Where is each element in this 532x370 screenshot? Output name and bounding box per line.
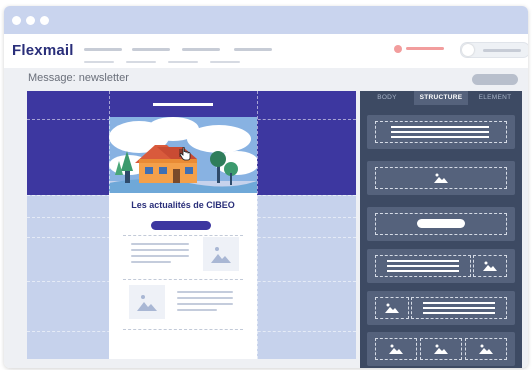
app-logo: Flexmail: [12, 42, 74, 59]
text-line: [177, 291, 233, 293]
notification-dot: [394, 45, 402, 53]
column-guide: [257, 91, 258, 359]
structure-block-image-text[interactable]: [367, 291, 515, 325]
email-header-bar: [153, 103, 213, 106]
email-preview[interactable]: Les actualités de CIBEO: [109, 91, 257, 359]
sub-nav-item[interactable]: [210, 61, 240, 63]
column-guide: [109, 91, 110, 359]
window-dot: [12, 16, 21, 25]
image-icon: [434, 173, 448, 183]
email-body[interactable]: Les actualités de CIBEO: [109, 193, 257, 359]
cursor-hand-icon: [179, 147, 191, 161]
text-line: [387, 265, 459, 267]
text-line: [387, 260, 459, 262]
email-canvas[interactable]: Les actualités de CIBEO: [27, 91, 356, 359]
text-line: [423, 302, 495, 304]
structure-block-text-image[interactable]: [367, 249, 515, 283]
nav-item[interactable]: [234, 48, 272, 51]
nav-item[interactable]: [132, 48, 170, 51]
text-line: [177, 303, 233, 305]
image-icon: [479, 344, 493, 354]
image-placeholder[interactable]: [129, 285, 165, 319]
text-line: [387, 270, 459, 272]
account-toggle[interactable]: [460, 42, 528, 58]
row-divider: [123, 279, 243, 280]
structure-block-image[interactable]: [367, 161, 515, 195]
text-line: [423, 307, 495, 309]
structure-block-button[interactable]: [367, 207, 515, 241]
hero-image[interactable]: [109, 117, 257, 193]
tab-element[interactable]: ELEMENT: [468, 91, 522, 105]
action-button[interactable]: [472, 74, 518, 85]
image-icon: [389, 344, 403, 354]
structure-block-text[interactable]: [367, 115, 515, 149]
app-window: Flexmail Message: newsletter Les actuali…: [4, 6, 528, 368]
text-line: [391, 126, 489, 128]
text-line: [391, 136, 489, 138]
toggle-knob: [462, 44, 474, 56]
image-placeholder-icon: [211, 247, 231, 263]
page-title: Message: newsletter: [28, 72, 129, 84]
text-line: [131, 261, 171, 263]
nav-item[interactable]: [84, 48, 122, 51]
toggle-label: [483, 49, 521, 52]
structure-panel: BODY STRUCTURE ELEMENT: [360, 91, 522, 368]
image-icon: [385, 303, 399, 313]
notification-item[interactable]: [406, 47, 444, 50]
window-titlebar: [4, 6, 528, 34]
email-headline[interactable]: Les actualités de CIBEO: [109, 200, 257, 210]
text-line: [391, 131, 489, 133]
image-icon: [434, 344, 448, 354]
row-divider: [123, 329, 243, 330]
tab-body[interactable]: BODY: [360, 91, 414, 105]
image-icon: [483, 261, 497, 271]
window-dot: [26, 16, 35, 25]
sub-nav-item[interactable]: [84, 61, 114, 63]
text-line: [131, 255, 189, 257]
text-line: [131, 243, 189, 245]
nav-item[interactable]: [182, 48, 220, 51]
button-shape: [417, 219, 465, 228]
sub-nav-item[interactable]: [168, 61, 198, 63]
text-line: [423, 312, 495, 314]
text-line: [177, 297, 233, 299]
window-dot: [40, 16, 49, 25]
sub-nav-item[interactable]: [126, 61, 156, 63]
text-line: [177, 309, 217, 311]
tab-structure[interactable]: STRUCTURE: [414, 91, 468, 105]
text-line: [131, 249, 189, 251]
image-placeholder[interactable]: [203, 237, 239, 271]
top-navigation: Flexmail: [4, 34, 528, 69]
image-placeholder-icon: [137, 295, 157, 311]
structure-block-three-images[interactable]: [367, 332, 515, 366]
cta-button[interactable]: [151, 221, 211, 230]
row-divider: [123, 235, 243, 236]
